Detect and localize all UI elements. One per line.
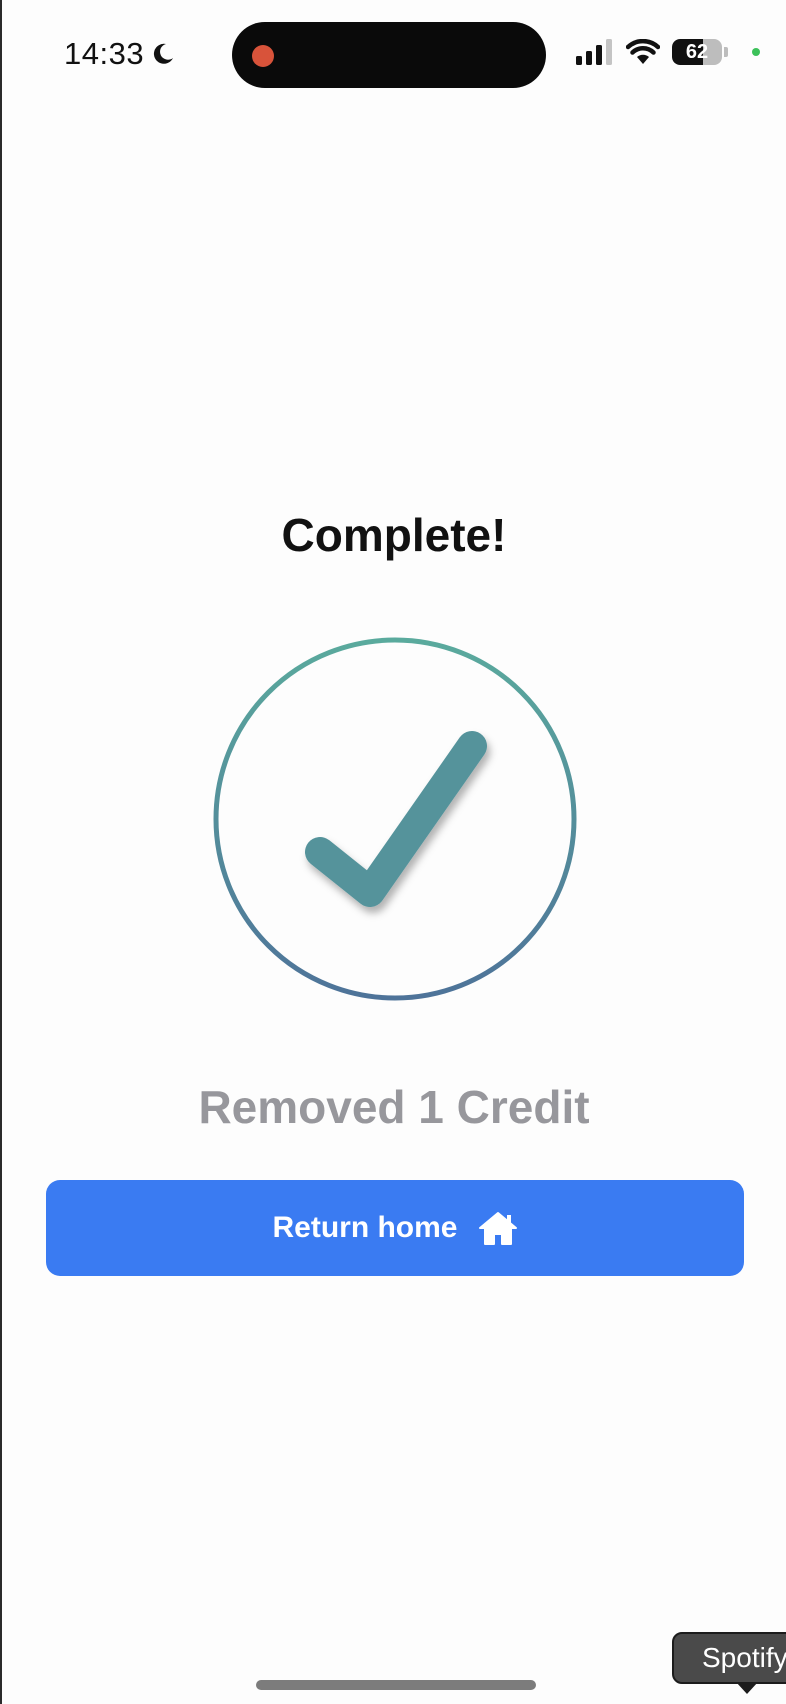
status-indicators: 62 [576,38,760,66]
tooltip-tail [736,1682,758,1694]
page-title: Complete! [281,509,507,561]
recording-indicator-icon [252,45,274,67]
checkmark-circle-icon [212,636,578,1002]
house-icon [478,1210,518,1246]
home-indicator[interactable] [256,1680,536,1690]
credit-status-text: Removed 1 Credit [198,1081,590,1133]
privacy-indicator-icon [752,48,760,56]
return-home-label: Return home [272,1211,458,1244]
battery-indicator: 62 [672,38,730,66]
dynamic-island [232,22,546,88]
status-time-group: 14:33 [64,36,176,72]
wifi-icon [626,39,660,65]
battery-icon: 62 [672,39,722,65]
battery-level: 62 [685,40,709,63]
cellular-signal-icon [576,39,614,65]
return-home-button[interactable]: Return home [46,1180,744,1276]
app-screen: 14:33 62 Complete! Removed 1 Credit Retu… [2,0,786,1704]
status-bar: 14:33 62 [2,0,786,110]
spotify-tooltip: Spotify [672,1632,786,1684]
battery-cap [724,47,728,57]
moon-icon [150,41,176,67]
status-time: 14:33 [64,36,145,71]
